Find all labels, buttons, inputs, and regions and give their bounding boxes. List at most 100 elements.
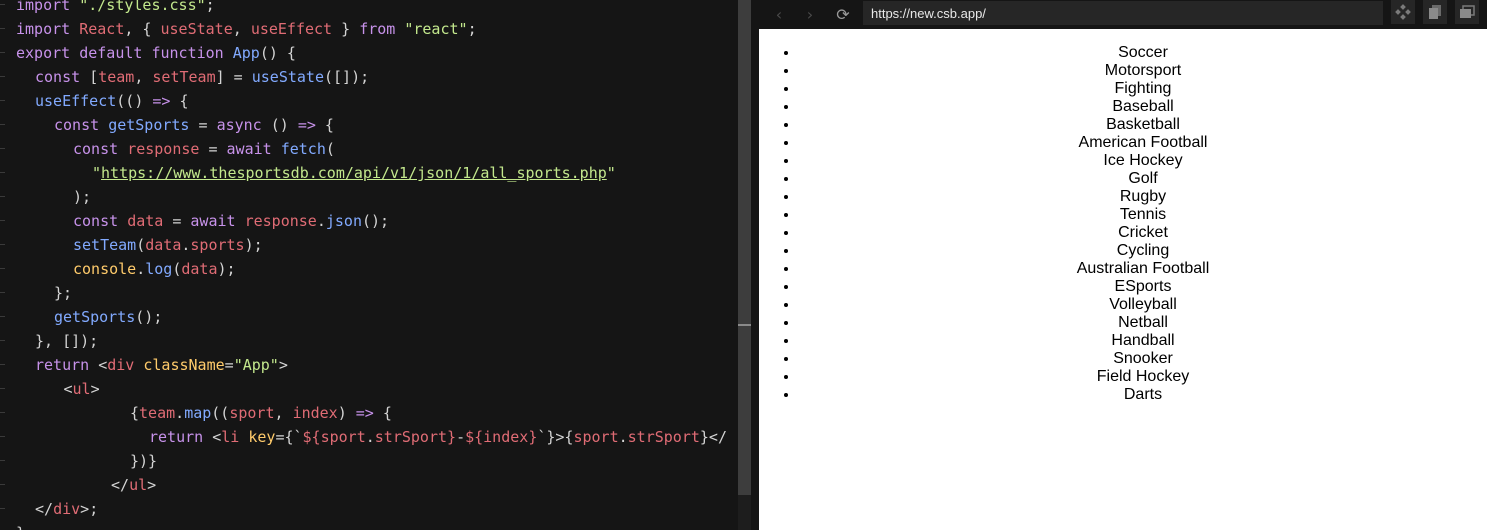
code-line[interactable]: console.log(data); (0, 257, 738, 281)
editor-scroll-thumb[interactable] (738, 0, 751, 495)
code-line[interactable]: "https://www.thesportsdb.com/api/v1/json… (0, 161, 738, 185)
code-token: = (224, 356, 234, 374)
code-token: (( (211, 404, 230, 422)
code-line[interactable]: }, []); (0, 329, 738, 353)
list-item: American Football (799, 134, 1487, 152)
screen-icon (1460, 5, 1475, 18)
code-line[interactable]: }; (0, 281, 738, 305)
code-token: export default function (16, 44, 233, 62)
code-token: data (181, 260, 218, 278)
code-line-content: <ul> (64, 377, 100, 401)
code-token: " (92, 164, 102, 182)
code-line-content: import "./styles.css"; (16, 0, 215, 17)
code-token: }; (54, 284, 73, 302)
code-line[interactable]: const getSports = async () => { (0, 113, 738, 137)
code-line[interactable]: } (0, 521, 738, 530)
code-token: ); (217, 260, 236, 278)
code-token: div (107, 356, 135, 374)
code-line-content: } (16, 521, 25, 530)
gutter-marker (0, 340, 5, 341)
code-token: map (184, 404, 212, 422)
list-item: Golf (799, 170, 1487, 188)
gutter-marker (0, 100, 5, 101)
code-token: div (53, 500, 81, 518)
list-item: Cycling (799, 242, 1487, 260)
code-line[interactable]: setTeam(data.sports); (0, 233, 738, 257)
code-token: data (145, 236, 182, 254)
code-token: . (618, 428, 628, 446)
code-line[interactable]: getSports(); (0, 305, 738, 329)
code-editor[interactable]: import "./styles.css"; import React, { us… (0, 0, 738, 530)
address-bar[interactable] (863, 1, 1383, 25)
code-line[interactable]: return <li key={`${sport.strSport}-${ind… (0, 425, 738, 449)
list-item: Tennis (799, 206, 1487, 224)
code-token: import (16, 0, 80, 14)
code-line[interactable]: </div>; (0, 497, 738, 521)
code-line-content: const response = await fetch( (73, 137, 335, 161)
code-token: ${ (465, 428, 484, 446)
code-token: { (130, 404, 140, 422)
gutter-marker (0, 412, 5, 413)
code-token: = (199, 140, 227, 158)
code-token: useState (251, 68, 324, 86)
open-new-window-button[interactable] (1423, 0, 1447, 24)
screen-button[interactable] (1455, 0, 1479, 24)
reload-button[interactable]: ⟳ (832, 3, 854, 25)
forward-icon: › (806, 4, 814, 24)
code-line[interactable]: })} (0, 449, 738, 473)
editor-scrollbar[interactable] (738, 0, 751, 530)
code-line[interactable]: const [team, setTeam] = useState([]); (0, 65, 738, 89)
back-button[interactable]: ‹ (768, 3, 790, 25)
list-item: Soccer (799, 44, 1487, 62)
code-token: json (325, 212, 362, 230)
list-item: Snooker (799, 350, 1487, 368)
code-token: , { (124, 20, 161, 38)
code-token: ul (72, 380, 91, 398)
code-token: - (456, 428, 466, 446)
code-line-content: }; (54, 281, 72, 305)
code-token: ); (73, 188, 92, 206)
reload-icon: ⟳ (836, 4, 850, 24)
code-line[interactable]: import "./styles.css"; (0, 0, 738, 17)
code-line[interactable]: ); (0, 185, 738, 209)
gutter-marker (0, 148, 5, 149)
code-lines[interactable]: import "./styles.css"; import React, { us… (0, 0, 738, 530)
code-token: . (365, 428, 375, 446)
code-token: setTeam (152, 68, 216, 86)
code-token: console (73, 260, 137, 278)
code-line[interactable]: export default function App() { (0, 41, 738, 65)
code-token: sport (320, 428, 366, 446)
code-token: { (170, 92, 189, 110)
code-token: ; (205, 0, 215, 14)
code-line[interactable]: return <div className="App"> (0, 353, 738, 377)
gutter-marker (0, 436, 5, 437)
pane-divider[interactable] (751, 0, 759, 530)
list-item: Baseball (799, 98, 1487, 116)
code-line-content: const [team, setTeam] = useState([]); (35, 65, 369, 89)
code-line-content: console.log(data); (73, 257, 236, 281)
code-token: log (145, 260, 173, 278)
code-token: => (355, 404, 374, 422)
code-line[interactable]: useEffect(() => { (0, 89, 738, 113)
list-item: Field Hockey (799, 368, 1487, 386)
code-token: [ (89, 68, 99, 86)
code-token: "react" (404, 20, 468, 38)
list-item: Fighting (799, 80, 1487, 98)
code-token: from (359, 20, 405, 38)
list-item: Netball (799, 314, 1487, 332)
list-item: Handball (799, 332, 1487, 350)
code-line[interactable]: {team.map((sport, index) => { (0, 401, 738, 425)
forward-button[interactable]: › (799, 3, 821, 25)
code-line[interactable]: const response = await fetch( (0, 137, 738, 161)
code-line[interactable]: <ul> (0, 377, 738, 401)
code-token: data (127, 212, 164, 230)
code-line[interactable]: const data = await response.json(); (0, 209, 738, 233)
code-line[interactable]: </ul> (0, 473, 738, 497)
code-token: await (226, 140, 281, 158)
gutter-marker (0, 244, 5, 245)
code-line[interactable]: import React, { useState, useEffect } fr… (0, 17, 738, 41)
devtools-button[interactable] (1391, 0, 1415, 24)
list-item: Volleyball (799, 296, 1487, 314)
code-token: response (127, 140, 200, 158)
